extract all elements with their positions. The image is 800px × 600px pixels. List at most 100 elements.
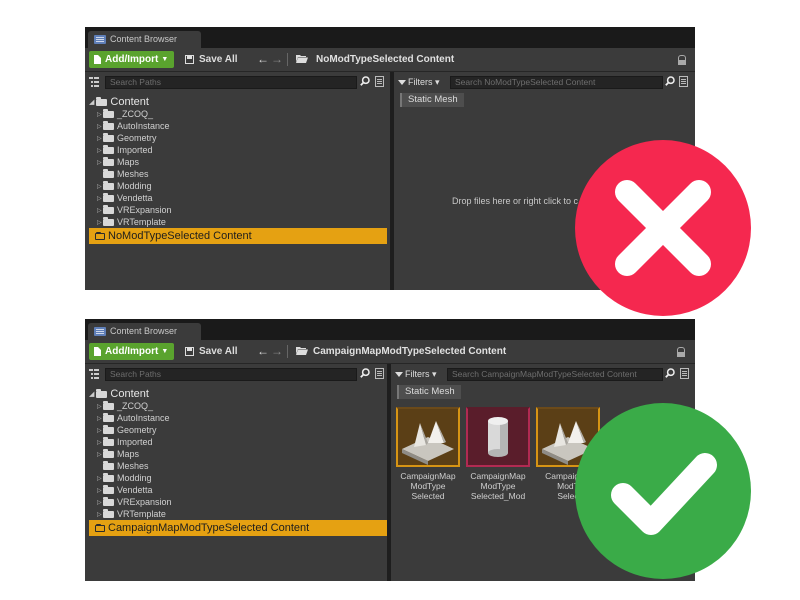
tree-item[interactable]: ▷ VRTemplate — [97, 216, 166, 228]
list-options-icon[interactable] — [680, 368, 689, 379]
list-options-icon[interactable] — [679, 76, 688, 87]
expanded-arrow-icon[interactable]: ◢ — [89, 98, 94, 106]
back-arrow-icon[interactable]: ← — [257, 51, 269, 68]
tree-item[interactable]: ▷ AutoInstance — [97, 120, 170, 132]
search-icon[interactable] — [665, 368, 675, 378]
toolbar: Add/Import ▼ Save All ← → CampaignMapMod… — [85, 340, 695, 364]
tree-item[interactable]: ▷ VRExpansion — [97, 496, 172, 508]
tree-item-label: AutoInstance — [117, 121, 170, 131]
asset-filter-row: Filters ▾ Search CampaignMapModTypeSelec… — [391, 368, 695, 382]
folder-icon — [103, 204, 114, 214]
filters-button[interactable]: Filters ▾ — [395, 368, 437, 381]
tree-item-selected[interactable]: CampaignMapModTypeSelected Content — [89, 520, 387, 536]
filters-button[interactable]: Filters ▾ — [398, 76, 440, 89]
chevron-down-icon: ▼ — [161, 348, 169, 355]
toolbar-separator — [287, 53, 288, 66]
asset-label-line: Selected — [411, 491, 445, 501]
tree-item[interactable]: ▷ Modding — [97, 472, 152, 484]
tree-item[interactable]: ▷ Imported — [97, 436, 153, 448]
asset-tile[interactable]: CampaignMap ModType Selected_Mod — [466, 407, 530, 501]
tab-bar: Content Browser — [85, 27, 695, 48]
save-icon — [185, 55, 194, 64]
toolbar: Add/Import ▼ Save All ← → NoModTypeSelec… — [85, 48, 695, 72]
asset-label: CampaignMap ModType Selected_Mod — [466, 471, 530, 501]
folder-icon — [103, 412, 114, 422]
cylinder-icon — [488, 417, 508, 457]
tree-root-label: Content — [110, 96, 149, 108]
content-browser-icon — [94, 327, 106, 336]
current-path[interactable]: NoModTypeSelected Content — [316, 51, 454, 68]
search-paths-input[interactable]: Search Paths — [105, 76, 357, 89]
back-arrow-icon[interactable]: ← — [257, 343, 269, 360]
add-import-button[interactable]: Add/Import ▼ — [89, 343, 175, 360]
tree-item[interactable]: ▷ _ZCOQ_ — [97, 400, 153, 412]
forward-arrow-icon[interactable]: → — [271, 51, 283, 68]
tree-item[interactable]: ▷ Vendetta — [97, 484, 153, 496]
expanded-arrow-icon[interactable]: ◢ — [89, 390, 94, 398]
tree-item[interactable]: ▷ Vendetta — [97, 192, 153, 204]
tree-item-selected[interactable]: NoModTypeSelected Content — [89, 228, 387, 244]
list-options-icon[interactable] — [375, 76, 384, 87]
search-assets-input[interactable]: Search NoModTypeSelected Content — [450, 76, 663, 89]
tab-label: Content Browser — [110, 326, 178, 336]
tree-item-label: CampaignMapModTypeSelected Content — [108, 522, 310, 534]
filter-chip-static-mesh[interactable]: Static Mesh — [400, 93, 464, 107]
search-icon[interactable] — [360, 368, 370, 378]
tree-item[interactable]: ▷ Modding — [97, 180, 152, 192]
lock-icon[interactable] — [678, 55, 686, 65]
list-options-icon[interactable] — [375, 368, 384, 379]
folder-icon — [103, 472, 114, 482]
toolbar-separator — [287, 345, 288, 358]
tree-item-label: Imported — [117, 437, 153, 447]
tree-root-content[interactable]: ◢ Content — [89, 388, 149, 400]
tree-root-content[interactable]: ◢ Content — [89, 96, 149, 108]
tree-item[interactable]: ▷ VRTemplate — [97, 508, 166, 520]
current-path[interactable]: CampaignMapModTypeSelected Content — [313, 343, 506, 360]
tree-item[interactable]: ▷ Geometry — [97, 132, 157, 144]
search-icon[interactable] — [360, 76, 370, 86]
add-import-button[interactable]: Add/Import ▼ — [89, 51, 175, 68]
tab-content-browser[interactable]: Content Browser — [88, 323, 201, 340]
view-options-icon[interactable] — [89, 77, 99, 88]
sources-panel: Search Paths ◢ Content ▷ _ZCOQ_ ▷ AutoInst… — [85, 364, 390, 581]
tree-item[interactable]: ▷ Maps — [97, 448, 139, 460]
tree-item[interactable]: ▷ Geometry — [97, 424, 157, 436]
tree-item[interactable]: ▷ VRExpansion — [97, 204, 172, 216]
tree-item-label: Modding — [117, 473, 152, 483]
path-search-row: Search Paths — [85, 76, 390, 90]
tree-item-label: VRExpansion — [117, 205, 172, 215]
tree-item[interactable]: ▷ Maps — [97, 156, 139, 168]
tree-item[interactable]: ▷ Imported — [97, 144, 153, 156]
tree-item-label: Vendetta — [117, 193, 153, 203]
filter-chip-static-mesh[interactable]: Static Mesh — [397, 385, 461, 399]
folder-open-icon — [296, 55, 308, 63]
lock-icon[interactable] — [677, 347, 685, 357]
view-options-icon[interactable] — [89, 369, 99, 380]
folder-icon — [103, 156, 114, 166]
tree-item[interactable]: Meshes — [97, 460, 149, 472]
asset-label: CampaignMap ModType Selected — [396, 471, 460, 501]
forward-arrow-icon[interactable]: → — [271, 343, 283, 360]
tree-item[interactable]: ▷ _ZCOQ_ — [97, 108, 153, 120]
search-paths-input[interactable]: Search Paths — [105, 368, 357, 381]
search-assets-input[interactable]: Search CampaignMapModTypeSelected Conten… — [447, 368, 663, 381]
tab-content-browser[interactable]: Content Browser — [88, 31, 201, 48]
tree-item-label: _ZCOQ_ — [117, 109, 154, 119]
save-all-button[interactable]: Save All — [185, 343, 238, 360]
new-file-icon — [94, 55, 101, 64]
tree-item-label: VRExpansion — [117, 497, 172, 507]
tree-item-label: VRTemplate — [117, 509, 166, 519]
folder-icon — [103, 180, 114, 190]
search-icon[interactable] — [665, 76, 675, 86]
tree-item[interactable]: ▷ AutoInstance — [97, 412, 170, 424]
tree-item-label: Vendetta — [117, 485, 153, 495]
tree-item[interactable]: Meshes — [97, 168, 149, 180]
path-search-row: Search Paths — [85, 368, 390, 382]
asset-label-line: CampaignMap — [470, 471, 526, 481]
tree-item-label: _ZCOQ_ — [117, 401, 154, 411]
asset-tile[interactable]: CampaignMap ModType Selected — [396, 407, 460, 501]
folder-icon — [103, 424, 114, 434]
folder-icon — [103, 400, 114, 410]
save-all-button[interactable]: Save All — [185, 51, 238, 68]
add-import-label: Add/Import — [105, 346, 159, 357]
